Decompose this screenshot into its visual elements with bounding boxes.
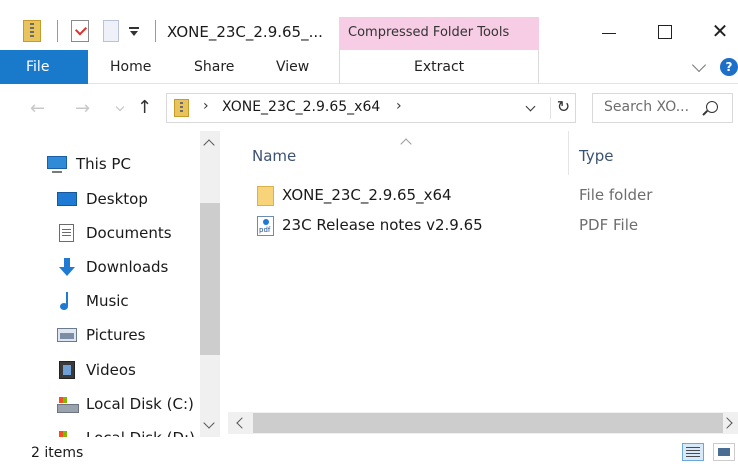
column-header-name[interactable]: Name — [252, 147, 296, 165]
scroll-down-icon[interactable] — [203, 417, 215, 429]
nav-item-downloads[interactable]: Downloads — [57, 254, 168, 280]
column-divider[interactable] — [568, 131, 569, 175]
nav-item-label: Music — [86, 292, 129, 310]
drive-icon — [57, 429, 77, 437]
context-tab-title: Compressed Folder Tools — [348, 25, 510, 40]
breadcrumb-item[interactable]: XONE_23C_2.9.65_x64 — [222, 99, 380, 115]
back-button[interactable]: ← — [30, 98, 45, 119]
nav-item-pictures[interactable]: Pictures — [57, 322, 145, 348]
pdf-file-icon — [257, 216, 274, 236]
nav-item-label: Desktop — [86, 190, 148, 208]
column-header-type[interactable]: Type — [579, 147, 613, 165]
new-folder-icon[interactable] — [103, 20, 119, 42]
help-icon[interactable]: ? — [720, 58, 738, 76]
videos-icon — [59, 361, 75, 379]
tab-extract[interactable]: Extract — [414, 50, 464, 84]
large-icons-view-icon[interactable] — [713, 443, 735, 461]
minimize-button[interactable] — [590, 17, 630, 47]
search-placeholder: Search XO... — [604, 99, 690, 115]
file-row[interactable]: 23C Release notes v2.9.65 PDF File — [228, 212, 738, 240]
scroll-up-icon[interactable] — [203, 139, 215, 151]
nav-item-label: Local Disk (D:) — [86, 429, 195, 437]
nav-item-this-pc[interactable]: This PC — [47, 151, 131, 177]
navigation-bar: ← → ↑ › XONE_23C_2.9.65_x64 › ↻ Search X… — [0, 85, 738, 131]
ribbon-tabs: File Home Share View Extract ? — [0, 50, 738, 84]
breadcrumb-separator[interactable]: › — [396, 98, 402, 114]
file-list: Name Type XONE_23C_2.9.65_x64 File folde… — [228, 131, 738, 437]
documents-icon — [59, 224, 74, 242]
status-bar: 2 items — [0, 437, 738, 466]
nav-item-local-disk-c[interactable]: Local Disk (C:) — [57, 391, 194, 417]
scrollbar-thumb[interactable] — [200, 203, 220, 355]
nav-item-desktop[interactable]: Desktop — [57, 186, 148, 212]
nav-item-music[interactable]: Music — [57, 288, 129, 314]
column-header-row: Name Type — [228, 131, 738, 175]
scrollbar-thumb[interactable] — [253, 413, 723, 433]
zip-folder-icon — [174, 99, 189, 117]
computer-icon — [47, 156, 67, 173]
up-button[interactable]: ↑ — [137, 97, 152, 118]
nav-item-label: Local Disk (C:) — [86, 395, 194, 413]
tab-view[interactable]: View — [276, 50, 309, 84]
tab-file[interactable]: File — [0, 50, 88, 84]
folder-icon — [257, 186, 274, 206]
file-name: 23C Release notes v2.9.65 — [282, 216, 483, 234]
breadcrumb-separator[interactable]: › — [203, 98, 209, 114]
address-dropdown-icon[interactable] — [525, 101, 536, 112]
navigation-pane: This PC Desktop Documents Downloads Musi… — [0, 131, 222, 437]
nav-item-label: Pictures — [86, 326, 146, 344]
maximize-button[interactable] — [645, 17, 685, 47]
nav-item-local-disk-d[interactable]: Local Disk (D:) — [57, 425, 195, 437]
recent-locations-icon[interactable] — [115, 102, 125, 112]
scroll-right-icon[interactable] — [721, 417, 733, 429]
search-icon[interactable] — [706, 101, 718, 113]
desktop-icon — [57, 192, 77, 206]
item-count: 2 items — [31, 445, 84, 461]
expand-ribbon-icon[interactable] — [691, 57, 707, 73]
sort-ascending-icon — [400, 138, 412, 150]
nav-item-documents[interactable]: Documents — [57, 220, 172, 246]
file-type: File folder — [579, 186, 653, 204]
nav-item-label: This PC — [76, 155, 131, 173]
properties-icon[interactable] — [71, 20, 89, 42]
nav-item-label: Downloads — [86, 258, 169, 276]
title-bar: XONE_23C_2.9.65_... Compressed Folder To… — [0, 0, 738, 50]
downloads-icon — [57, 258, 77, 276]
file-type: PDF File — [579, 216, 639, 234]
nav-item-videos[interactable]: Videos — [57, 357, 136, 383]
customize-quick-access-icon[interactable] — [129, 27, 139, 37]
divider — [155, 20, 156, 42]
file-row[interactable]: XONE_23C_2.9.65_x64 File folder — [228, 182, 738, 210]
divider — [57, 20, 58, 42]
scroll-left-icon[interactable] — [236, 417, 248, 429]
tab-home[interactable]: Home — [110, 50, 151, 84]
zip-folder-icon — [23, 20, 41, 42]
navigation-pane-scrollbar[interactable] — [200, 131, 220, 437]
search-box[interactable]: Search XO... — [592, 93, 733, 123]
close-button[interactable]: ✕ — [700, 17, 738, 47]
file-name: XONE_23C_2.9.65_x64 — [282, 186, 452, 204]
window-title: XONE_23C_2.9.65_... — [167, 23, 323, 41]
forward-button[interactable]: → — [75, 98, 90, 119]
tab-share[interactable]: Share — [194, 50, 234, 84]
address-bar[interactable]: › XONE_23C_2.9.65_x64 › ↻ — [166, 93, 576, 123]
nav-item-label: Videos — [86, 361, 136, 379]
refresh-button[interactable]: ↻ — [550, 97, 576, 119]
nav-item-label: Documents — [86, 224, 172, 242]
details-view-icon[interactable] — [682, 443, 704, 461]
music-icon — [57, 292, 77, 310]
pictures-icon — [57, 328, 77, 342]
file-list-horizontal-scrollbar[interactable] — [228, 412, 738, 434]
drive-icon — [57, 395, 79, 413]
